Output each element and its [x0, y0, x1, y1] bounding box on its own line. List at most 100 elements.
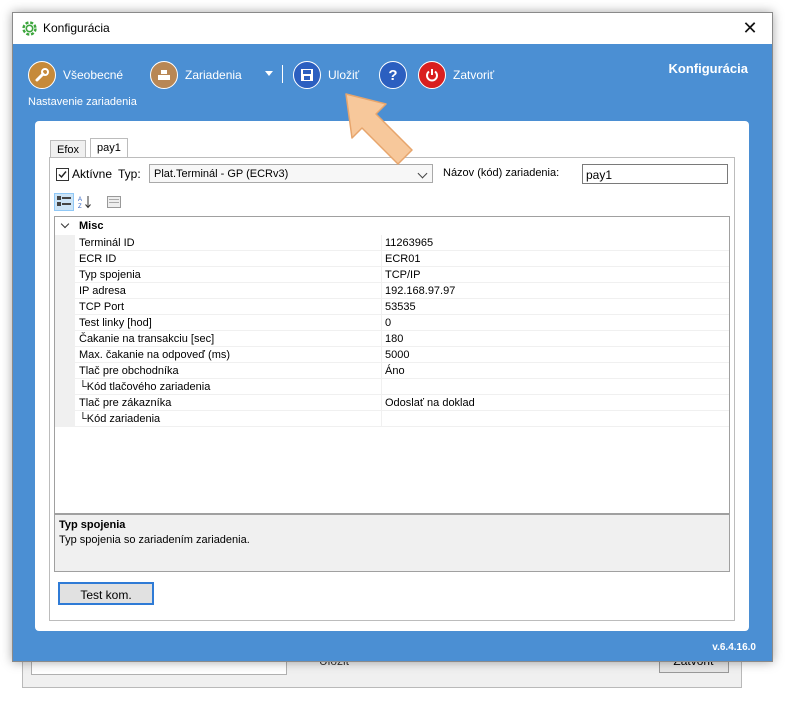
property-value[interactable]: 11263965	[385, 237, 433, 249]
property-row[interactable]: TCP Port 53535	[55, 299, 729, 315]
property-value[interactable]: TCP/IP	[385, 269, 420, 281]
property-row[interactable]: Test linky [hod] 0	[55, 315, 729, 331]
property-value[interactable]: Odoslať na doklad	[385, 397, 475, 409]
property-row[interactable]: Tlač pre zákazníka Odoslať na doklad	[55, 395, 729, 411]
help-glyph: ?	[388, 66, 398, 84]
brand-title: Konfigurácia	[668, 61, 748, 76]
property-row[interactable]: Max. čakanie na odpoveď (ms) 5000	[55, 347, 729, 363]
row-gutter	[55, 235, 75, 251]
property-row[interactable]: Čakanie na transakciu [sec] 180	[55, 331, 729, 347]
row-divider	[381, 363, 382, 379]
property-value[interactable]: ECR01	[385, 253, 420, 265]
row-gutter	[55, 411, 75, 427]
property-row[interactable]: Typ spojenia TCP/IP	[55, 267, 729, 283]
vseobecne-label: Všeobecné	[63, 68, 124, 82]
property-name: Čakanie na transakciu [sec]	[79, 333, 215, 345]
property-name: └Kód zariadenia	[79, 413, 161, 425]
floppy-save-icon	[293, 61, 321, 89]
property-name: Test linky [hod]	[79, 317, 152, 329]
vseobecne-button[interactable]: Všeobecné	[28, 60, 123, 90]
property-grid: Misc Terminál ID 11263965 ECR ID ECR01 Typ s…	[54, 216, 730, 514]
property-name: TCP Port	[79, 301, 125, 313]
property-name: Max. čakanie na odpoveď (ms)	[79, 349, 231, 361]
zatvorit-label: Zatvoriť	[453, 68, 495, 82]
property-name: └Kód tlačového zariadenia	[79, 381, 211, 393]
property-name: Terminál ID	[79, 237, 135, 249]
help-icon: ?	[379, 61, 407, 89]
row-divider	[381, 315, 382, 331]
active-checkbox[interactable]	[56, 168, 69, 181]
description-panel: Typ spojenia Typ spojenia so zariadením …	[54, 514, 730, 572]
property-pages-button[interactable]	[104, 193, 124, 211]
property-row[interactable]: ECR ID ECR01	[55, 251, 729, 267]
name-label: Názov (kód) zariadenia:	[443, 167, 560, 179]
category-label: Misc	[79, 220, 104, 232]
property-row[interactable]: IP adresa 192.168.97.97	[55, 283, 729, 299]
categorized-icon	[57, 196, 71, 206]
property-row[interactable]: Tlač pre obchodníka Áno	[55, 363, 729, 379]
type-select-value: Plat.Terminál - GP (ECRv3)	[154, 168, 289, 180]
property-name: Tlač pre zákazníka	[79, 397, 172, 409]
test-button[interactable]: Test kom.	[58, 582, 154, 605]
row-gutter	[55, 331, 75, 347]
row-divider	[381, 347, 382, 363]
tab-pay1[interactable]: pay1	[90, 138, 128, 159]
row-gutter	[55, 251, 75, 267]
row-divider	[381, 379, 382, 395]
categorized-view-button[interactable]	[54, 193, 74, 211]
category-misc[interactable]: Misc	[55, 219, 729, 235]
tab-body: Aktívne Typ: Plat.Terminál - GP (ECRv3) …	[49, 157, 735, 621]
alphabetical-view-button[interactable]: A Z	[76, 193, 96, 211]
chevron-down-icon[interactable]	[60, 219, 70, 229]
property-name: ECR ID	[79, 253, 117, 265]
property-row[interactable]: └Kód zariadenia	[55, 411, 729, 427]
property-value[interactable]: 0	[385, 317, 391, 329]
window-title: Konfigurácia	[43, 21, 110, 35]
toolbar-separator	[282, 65, 283, 83]
row-gutter	[55, 379, 75, 395]
property-value[interactable]: 5000	[385, 349, 409, 361]
description-text: Typ spojenia so zariadením zariadenia.	[59, 534, 250, 546]
property-name: Tlač pre obchodníka	[79, 365, 179, 377]
cash-register-icon	[150, 61, 178, 89]
content-panel: Efox pay1 Aktívne Typ: Plat.Terminál - G…	[35, 121, 749, 631]
zariadenia-dropdown-icon[interactable]	[265, 71, 273, 76]
row-divider	[381, 235, 382, 251]
property-value[interactable]: Áno	[385, 365, 405, 377]
version-label: v.6.4.16.0	[712, 642, 756, 653]
toolbar-subtitle: Nastavenie zariadenia	[28, 96, 137, 108]
row-gutter	[55, 315, 75, 331]
row-divider	[381, 299, 382, 315]
row-divider	[381, 411, 382, 427]
title-bar: Konfigurácia ✕	[13, 13, 772, 44]
property-row[interactable]: └Kód tlačového zariadenia	[55, 379, 729, 395]
description-title: Typ spojenia	[59, 519, 126, 531]
property-value[interactable]: 180	[385, 333, 403, 345]
zariadenia-button[interactable]: Zariadenia	[150, 60, 242, 90]
svg-text:Z: Z	[78, 204, 82, 209]
ulozit-label: Uložiť	[328, 68, 360, 82]
close-icon[interactable]: ✕	[736, 16, 764, 40]
help-button[interactable]: ?	[379, 60, 414, 90]
wrench-icon	[28, 61, 56, 89]
row-gutter	[55, 283, 75, 299]
row-gutter	[55, 299, 75, 315]
zariadenia-label: Zariadenia	[185, 68, 242, 82]
property-row[interactable]: Terminál ID 11263965	[55, 235, 729, 251]
property-pages-icon	[107, 196, 121, 208]
checkmark-icon	[58, 171, 67, 179]
row-divider	[381, 251, 382, 267]
ulozit-button[interactable]: Uložiť	[293, 60, 359, 90]
row-line	[75, 426, 729, 427]
zatvorit-button[interactable]: Zatvoriť	[418, 60, 494, 90]
row-gutter	[55, 395, 75, 411]
row-gutter	[55, 347, 75, 363]
name-input[interactable]: pay1	[582, 164, 728, 184]
svg-text:A: A	[78, 197, 82, 203]
property-name: IP adresa	[79, 285, 126, 297]
power-icon	[418, 61, 446, 89]
property-value[interactable]: 192.168.97.97	[385, 285, 455, 297]
property-value[interactable]: 53535	[385, 301, 416, 313]
row-divider	[381, 283, 382, 299]
row-divider	[381, 331, 382, 347]
